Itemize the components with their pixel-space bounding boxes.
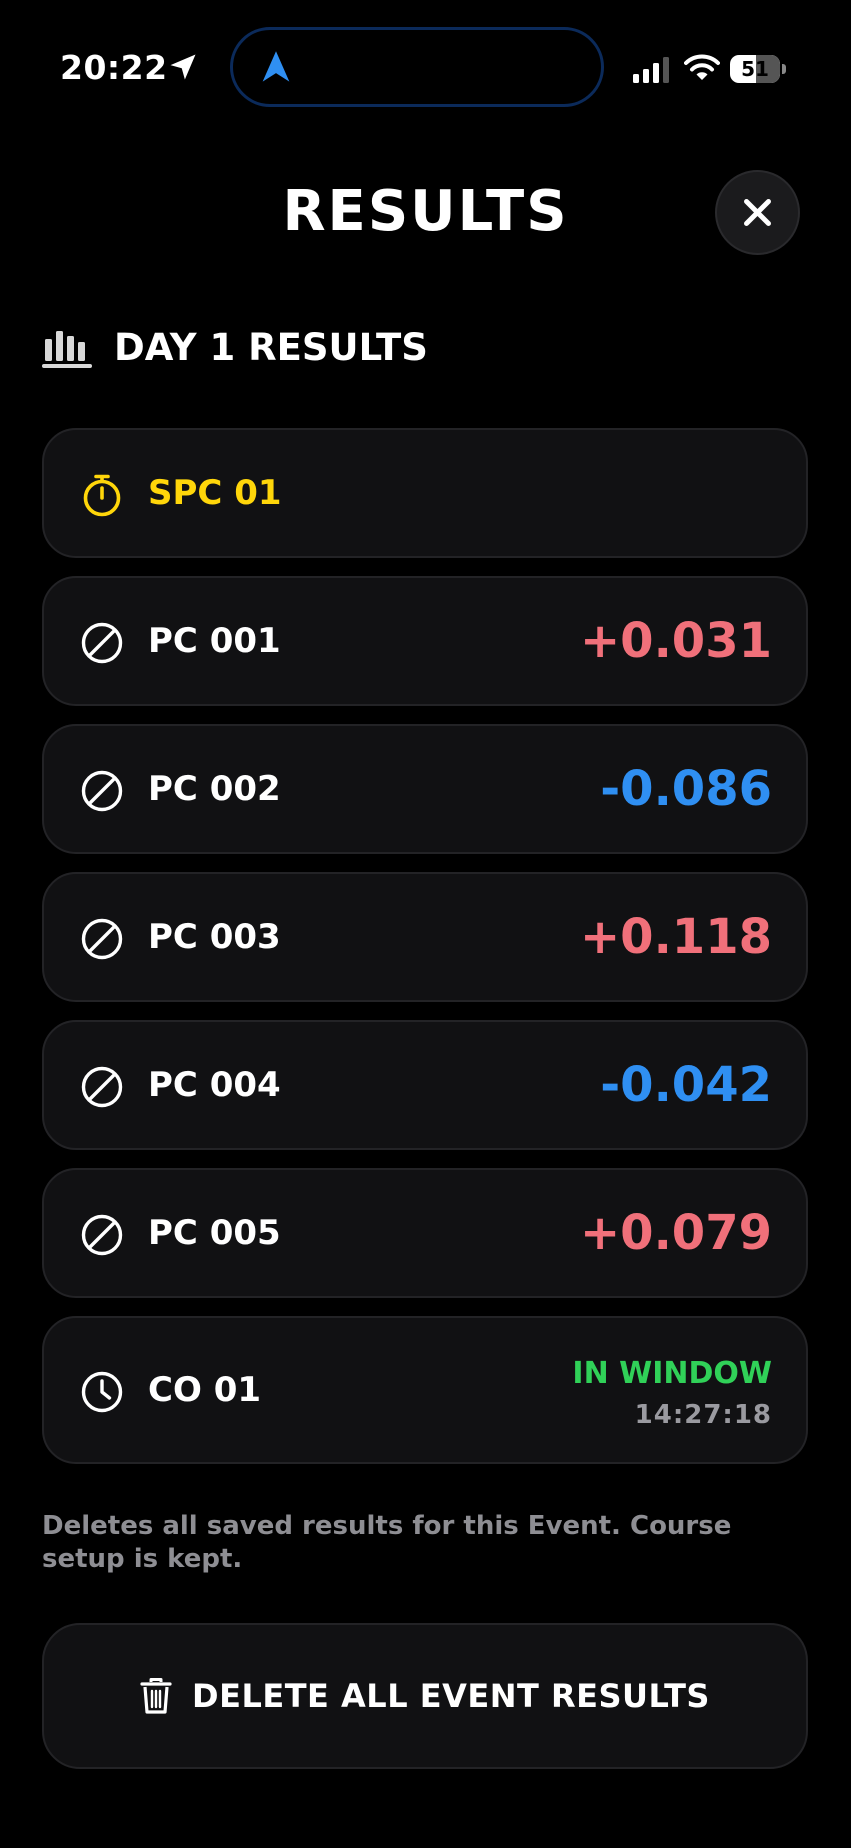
location-arrow-icon	[170, 54, 196, 80]
status-time: 20:22	[60, 48, 168, 87]
in-window-status: IN WINDOW	[572, 1356, 772, 1391]
dynamic-island	[230, 27, 604, 107]
result-label: PC 005	[148, 1213, 281, 1253]
clock-icon	[81, 1371, 123, 1413]
bar-chart-icon	[42, 331, 92, 368]
result-value: +0.031	[579, 613, 772, 669]
prohibited-icon	[81, 622, 123, 664]
battery-percent: 51	[741, 57, 769, 81]
trash-icon	[140, 1678, 172, 1714]
result-label: CO 01	[148, 1370, 262, 1410]
wifi-icon	[684, 54, 720, 80]
status-bar: 20:22 51	[0, 0, 851, 140]
battery-indicator: 51	[730, 55, 786, 83]
close-button[interactable]	[715, 170, 800, 255]
result-row-pc005[interactable]: PC 005 +0.079	[42, 1168, 808, 1298]
result-label: SPC 01	[148, 473, 282, 513]
result-label: PC 003	[148, 917, 281, 957]
prohibited-icon	[81, 1066, 123, 1108]
section-title: DAY 1 RESULTS	[114, 326, 428, 369]
result-value: +0.079	[579, 1205, 772, 1261]
result-row-spc01[interactable]: SPC 01	[42, 428, 808, 558]
result-row-pc004[interactable]: PC 004 -0.042	[42, 1020, 808, 1150]
cellular-signal-icon	[633, 57, 669, 83]
navigation-arrow-icon	[262, 51, 290, 82]
result-label: PC 001	[148, 621, 281, 661]
result-row-pc003[interactable]: PC 003 +0.118	[42, 872, 808, 1002]
delete-info-text: Deletes all saved results for this Event…	[42, 1511, 732, 1574]
result-row-pc001[interactable]: PC 001 +0.031	[42, 576, 808, 706]
result-value: -0.042	[600, 1057, 772, 1113]
result-label: PC 002	[148, 769, 281, 809]
result-label: PC 004	[148, 1065, 281, 1105]
stopwatch-icon	[83, 474, 121, 517]
delete-all-results-button[interactable]: DELETE ALL EVENT RESULTS	[42, 1623, 808, 1769]
result-value: -0.086	[600, 761, 772, 817]
result-row-co01[interactable]: CO 01 IN WINDOW 14:27:18	[42, 1316, 808, 1464]
results-list: SPC 01 PC 001 +0.031 PC 002 -0.086 PC 00…	[42, 428, 808, 1482]
prohibited-icon	[81, 770, 123, 812]
delete-all-results-label: DELETE ALL EVENT RESULTS	[192, 1677, 710, 1715]
close-icon	[744, 199, 771, 226]
prohibited-icon	[81, 918, 123, 960]
prohibited-icon	[81, 1214, 123, 1256]
result-time: 14:27:18	[634, 1400, 772, 1430]
result-row-pc002[interactable]: PC 002 -0.086	[42, 724, 808, 854]
result-value: +0.118	[579, 909, 772, 965]
